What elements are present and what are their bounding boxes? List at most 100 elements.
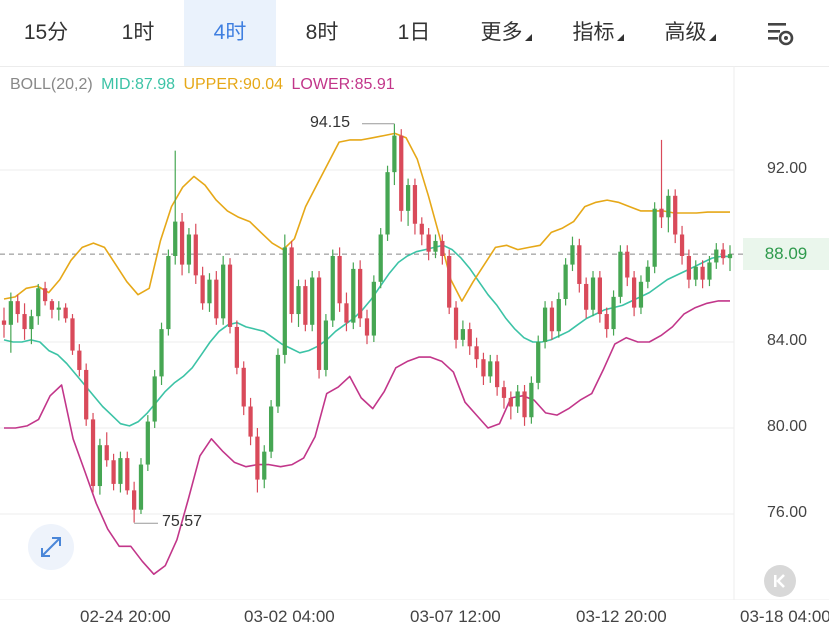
candle-body — [36, 288, 41, 317]
candle-body — [597, 277, 602, 315]
candle-body — [536, 342, 541, 383]
candle-body — [22, 314, 27, 330]
candle-body — [556, 299, 561, 332]
candle-body — [371, 281, 376, 336]
time-tick: 02-24 20:00 — [80, 607, 171, 626]
candle-body — [659, 208, 664, 218]
tab-label: 更多 — [480, 21, 523, 44]
tab-label: 4时 — [213, 21, 247, 44]
candle-body — [673, 195, 678, 235]
candle-body — [638, 281, 644, 308]
candle-body — [453, 307, 459, 340]
candle-body — [152, 376, 157, 422]
candle-body — [358, 268, 363, 319]
candle-body — [412, 185, 418, 224]
tab-4h[interactable]: 4时 — [184, 0, 276, 66]
candle-body — [542, 307, 548, 342]
tab-indicators-dropdown[interactable]: 指标 — [552, 0, 644, 66]
candle-body — [118, 458, 123, 484]
candlestick-chart[interactable] — [0, 66, 829, 600]
candle-body — [104, 445, 109, 461]
candle-body — [440, 240, 445, 256]
candle-body — [467, 329, 472, 347]
candles — [1, 123, 733, 523]
candle-body — [385, 172, 390, 235]
candle-body — [303, 286, 308, 325]
expand-chart-button[interactable] — [28, 524, 74, 570]
tab-label: 8时 — [305, 21, 339, 44]
price-tick: 80.00 — [766, 418, 807, 435]
candle-body — [522, 391, 527, 418]
tab-8h[interactable]: 8时 — [276, 0, 368, 66]
candle-body — [727, 254, 733, 259]
candle-body — [364, 318, 370, 336]
price-tick: 76.00 — [766, 504, 807, 521]
tab-1h[interactable]: 1时 — [92, 0, 184, 66]
candle-body — [1, 320, 7, 325]
candle-body — [611, 296, 616, 330]
candle-body — [686, 256, 692, 280]
candle-body — [166, 256, 171, 330]
candle-body — [207, 279, 212, 304]
candle-body — [392, 135, 397, 173]
tab-15min[interactable]: 15分 — [0, 0, 92, 66]
candle-body — [645, 266, 650, 282]
candle-body — [563, 264, 568, 299]
candle-body — [508, 397, 513, 407]
candle-body — [460, 329, 466, 340]
candle-body — [221, 264, 226, 319]
candle-body — [330, 256, 335, 321]
candle-body — [90, 419, 96, 487]
tab-label: 1时 — [121, 21, 155, 44]
candle-body — [419, 223, 424, 235]
chevron-left-icon — [774, 574, 785, 588]
candle-body — [186, 234, 192, 265]
high-price-label: 94.15 — [310, 114, 351, 131]
candle-body — [268, 406, 274, 452]
candle-body — [549, 307, 555, 332]
tab-1d[interactable]: 1日 — [368, 0, 460, 66]
candle-body — [399, 135, 404, 211]
last-price-badge: 88.09 — [743, 238, 829, 270]
candle-body — [721, 249, 726, 259]
candle-body — [495, 361, 500, 388]
candle-body — [707, 262, 712, 280]
candle-body — [590, 277, 596, 310]
candle-body — [8, 301, 13, 325]
time-tick: 03-07 12:00 — [410, 607, 501, 626]
candle-body — [97, 445, 103, 487]
candle-body — [241, 367, 246, 407]
tab-label: 高级 — [664, 21, 707, 44]
scroll-to-latest-button[interactable] — [764, 565, 796, 597]
candle-body — [125, 458, 130, 491]
expand-icon — [41, 537, 61, 557]
tab-label: 1日 — [397, 21, 431, 44]
candle-body — [337, 256, 342, 304]
tab-advanced-dropdown[interactable]: 高级 — [644, 0, 736, 66]
low-price-label: 75.57 — [162, 513, 203, 530]
candle-body — [625, 251, 630, 278]
time-tick: 03-02 04:00 — [244, 607, 335, 626]
chart-settings-icon[interactable] — [764, 16, 798, 50]
candle-body — [310, 277, 315, 325]
tab-more-dropdown[interactable]: 更多 — [460, 0, 552, 66]
candle-body — [289, 247, 294, 315]
candle-body — [296, 286, 301, 315]
price-tick: 84.00 — [766, 332, 807, 349]
candle-body — [515, 391, 520, 407]
candle-body — [234, 326, 239, 368]
candle-body — [262, 451, 267, 480]
caret-icon — [524, 34, 532, 41]
candle-body — [49, 301, 55, 310]
candle-body — [84, 369, 89, 420]
candle-body — [248, 406, 253, 437]
time-tick: 03-18 04:00 — [740, 607, 829, 626]
candle-body — [378, 234, 383, 282]
candle-body — [173, 221, 178, 256]
candle-body — [570, 245, 575, 265]
candle-body — [666, 195, 671, 218]
candle-body — [693, 266, 698, 280]
candle-body — [618, 251, 623, 297]
candle-body — [214, 279, 219, 319]
candle-body — [488, 361, 493, 377]
